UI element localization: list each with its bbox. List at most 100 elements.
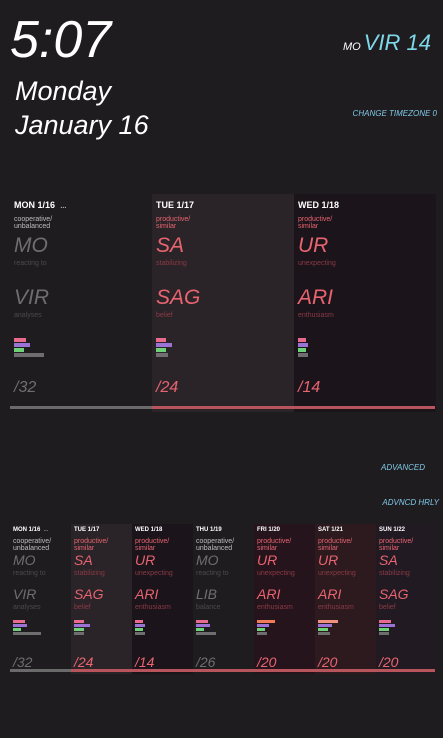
zodiac-sign: ARI <box>257 586 281 602</box>
zodiac-keyword: enthusiasm <box>135 604 171 611</box>
aspect-count: /24 <box>156 379 179 396</box>
zodiac-keyword: balance <box>196 604 221 611</box>
zodiac-sign: LIB <box>196 586 218 602</box>
mini-bar-chart <box>257 620 297 644</box>
planet-keyword: unexpecting <box>298 260 336 267</box>
aspect-count: /14 <box>298 379 321 396</box>
planet-sign: SA <box>379 552 398 568</box>
change-timezone-link[interactable]: CHANGE TIMEZONE 0 <box>353 109 437 118</box>
aspect-count: /20 <box>318 654 338 670</box>
day-label: WED 1/18 <box>298 200 340 210</box>
forecast-day-column[interactable]: FRI 1/20 productive/similar UR unexpecting A… <box>254 524 315 674</box>
mini-bar <box>14 343 30 347</box>
mini-bar-chart <box>298 338 338 362</box>
mini-bar <box>257 628 265 631</box>
forecast-day-column[interactable]: WED 1/18 productive/similar UR unexpecting A… <box>132 524 193 674</box>
forecast-day-column[interactable]: MON 1/16... cooperative/unbalanced MO react… <box>10 524 71 674</box>
aspect-count: /32 <box>14 379 37 396</box>
advanced-link[interactable]: ADVANCED <box>381 463 425 472</box>
aspect-count: /26 <box>196 654 216 670</box>
planet-keyword: reacting to <box>14 260 47 267</box>
day-label: SUN 1/22 <box>379 527 406 533</box>
forecast-day-column[interactable]: WED 1/18 productive/similar UR unexpecting A… <box>294 194 436 412</box>
zodiac-keyword: belief <box>379 604 396 611</box>
mini-bar <box>156 348 166 352</box>
aspect-description: cooperative/unbalanced <box>196 538 235 553</box>
mini-bar <box>318 620 338 623</box>
aspect-description: productive/similar <box>298 216 333 231</box>
zodiac-keyword: analyses <box>13 604 41 611</box>
forecast-day-column[interactable]: MON 1/16... cooperative/unbalanced MO react… <box>10 194 152 412</box>
mini-bar <box>298 353 308 357</box>
moon-prefix: MO <box>343 41 361 53</box>
planet-keyword: reacting to <box>13 570 46 577</box>
full-date: January 16 <box>15 110 149 140</box>
forecast-day-column[interactable]: SUN 1/22 productive/similar SA stabilizing S… <box>376 524 437 674</box>
day-label: FRI 1/20 <box>257 527 281 533</box>
planet-sign: UR <box>318 552 339 568</box>
forecast-day-column[interactable]: SAT 1/21 productive/similar UR unexpecting A… <box>315 524 376 674</box>
planet-sign: SA <box>74 552 93 568</box>
day-label: TUE 1/17 <box>74 527 100 533</box>
planet-sign: MO <box>13 552 36 568</box>
mini-bar <box>14 338 26 342</box>
mini-bar <box>196 624 210 627</box>
planet-keyword: unexpecting <box>135 570 173 577</box>
day-header: WED 1/18 <box>135 527 162 533</box>
aspect-count: /20 <box>379 654 399 670</box>
planet-sign: UR <box>135 552 156 568</box>
mini-bar <box>298 338 306 342</box>
day-header: TUE 1/17 <box>156 200 194 210</box>
mini-bar <box>156 353 168 357</box>
day-header: SUN 1/22 <box>379 527 405 533</box>
day-label: WED 1/18 <box>135 527 163 533</box>
planet-sign: MO <box>14 234 48 257</box>
mini-bar <box>318 628 328 631</box>
aspect-description: productive/similar <box>379 538 414 553</box>
aspect-description: productive/similar <box>135 538 170 553</box>
mini-bar <box>318 624 332 627</box>
mini-bar <box>298 348 306 352</box>
mini-bar <box>13 620 25 623</box>
mini-bar <box>13 632 41 635</box>
mini-bar <box>156 343 172 347</box>
planet-keyword: stabilizing <box>74 570 105 577</box>
planet-sign: SA <box>156 234 185 257</box>
mini-bar <box>135 628 143 631</box>
mini-bar-chart <box>74 620 114 644</box>
mini-bar <box>74 632 84 635</box>
mini-bar <box>135 624 145 627</box>
day-header: MON 1/16... <box>13 527 48 533</box>
zodiac-sign: SAG <box>156 286 201 309</box>
day-header: SAT 1/21 <box>318 527 343 533</box>
aspect-count: /32 <box>13 654 33 670</box>
mini-bar <box>379 624 395 627</box>
zodiac-sign: SAG <box>379 586 409 602</box>
mini-bar-chart <box>135 620 175 644</box>
mini-bar-chart <box>318 620 358 644</box>
day-header: FRI 1/20 <box>257 527 280 533</box>
mini-bar <box>257 624 269 627</box>
day-header: MON 1/16... <box>14 200 66 210</box>
aspect-description: productive/similar <box>74 538 109 553</box>
planet-keyword: reacting to <box>196 570 229 577</box>
planet-keyword: unexpecting <box>318 570 356 577</box>
forecast-day-column[interactable]: TUE 1/17 productive/similar SA stabilizing S… <box>152 194 294 412</box>
moon-value: VIR 14 <box>363 30 431 55</box>
advanced-hourly-link[interactable]: ADVNCD HRLY <box>382 498 439 507</box>
forecast-day-column[interactable]: TUE 1/17 productive/similar SA stabilizing S… <box>71 524 132 674</box>
zodiac-sign: ARI <box>135 586 159 602</box>
aspect-count: /24 <box>74 654 94 670</box>
zodiac-sign: ARI <box>298 286 334 309</box>
aspect-count: /20 <box>257 654 277 670</box>
planet-keyword: unexpecting <box>257 570 295 577</box>
zodiac-sign: ARI <box>318 586 342 602</box>
day-header: TUE 1/17 <box>74 527 99 533</box>
day-label: THU 1/19 <box>196 527 222 533</box>
mini-bar <box>196 620 208 623</box>
zodiac-keyword: enthusiasm <box>298 312 334 319</box>
aspect-description: productive/similar <box>318 538 353 553</box>
planet-keyword: stabilizing <box>156 260 187 267</box>
mini-bar <box>379 620 391 623</box>
forecast-day-column[interactable]: THU 1/19 cooperative/unbalanced MO reacting… <box>193 524 254 674</box>
